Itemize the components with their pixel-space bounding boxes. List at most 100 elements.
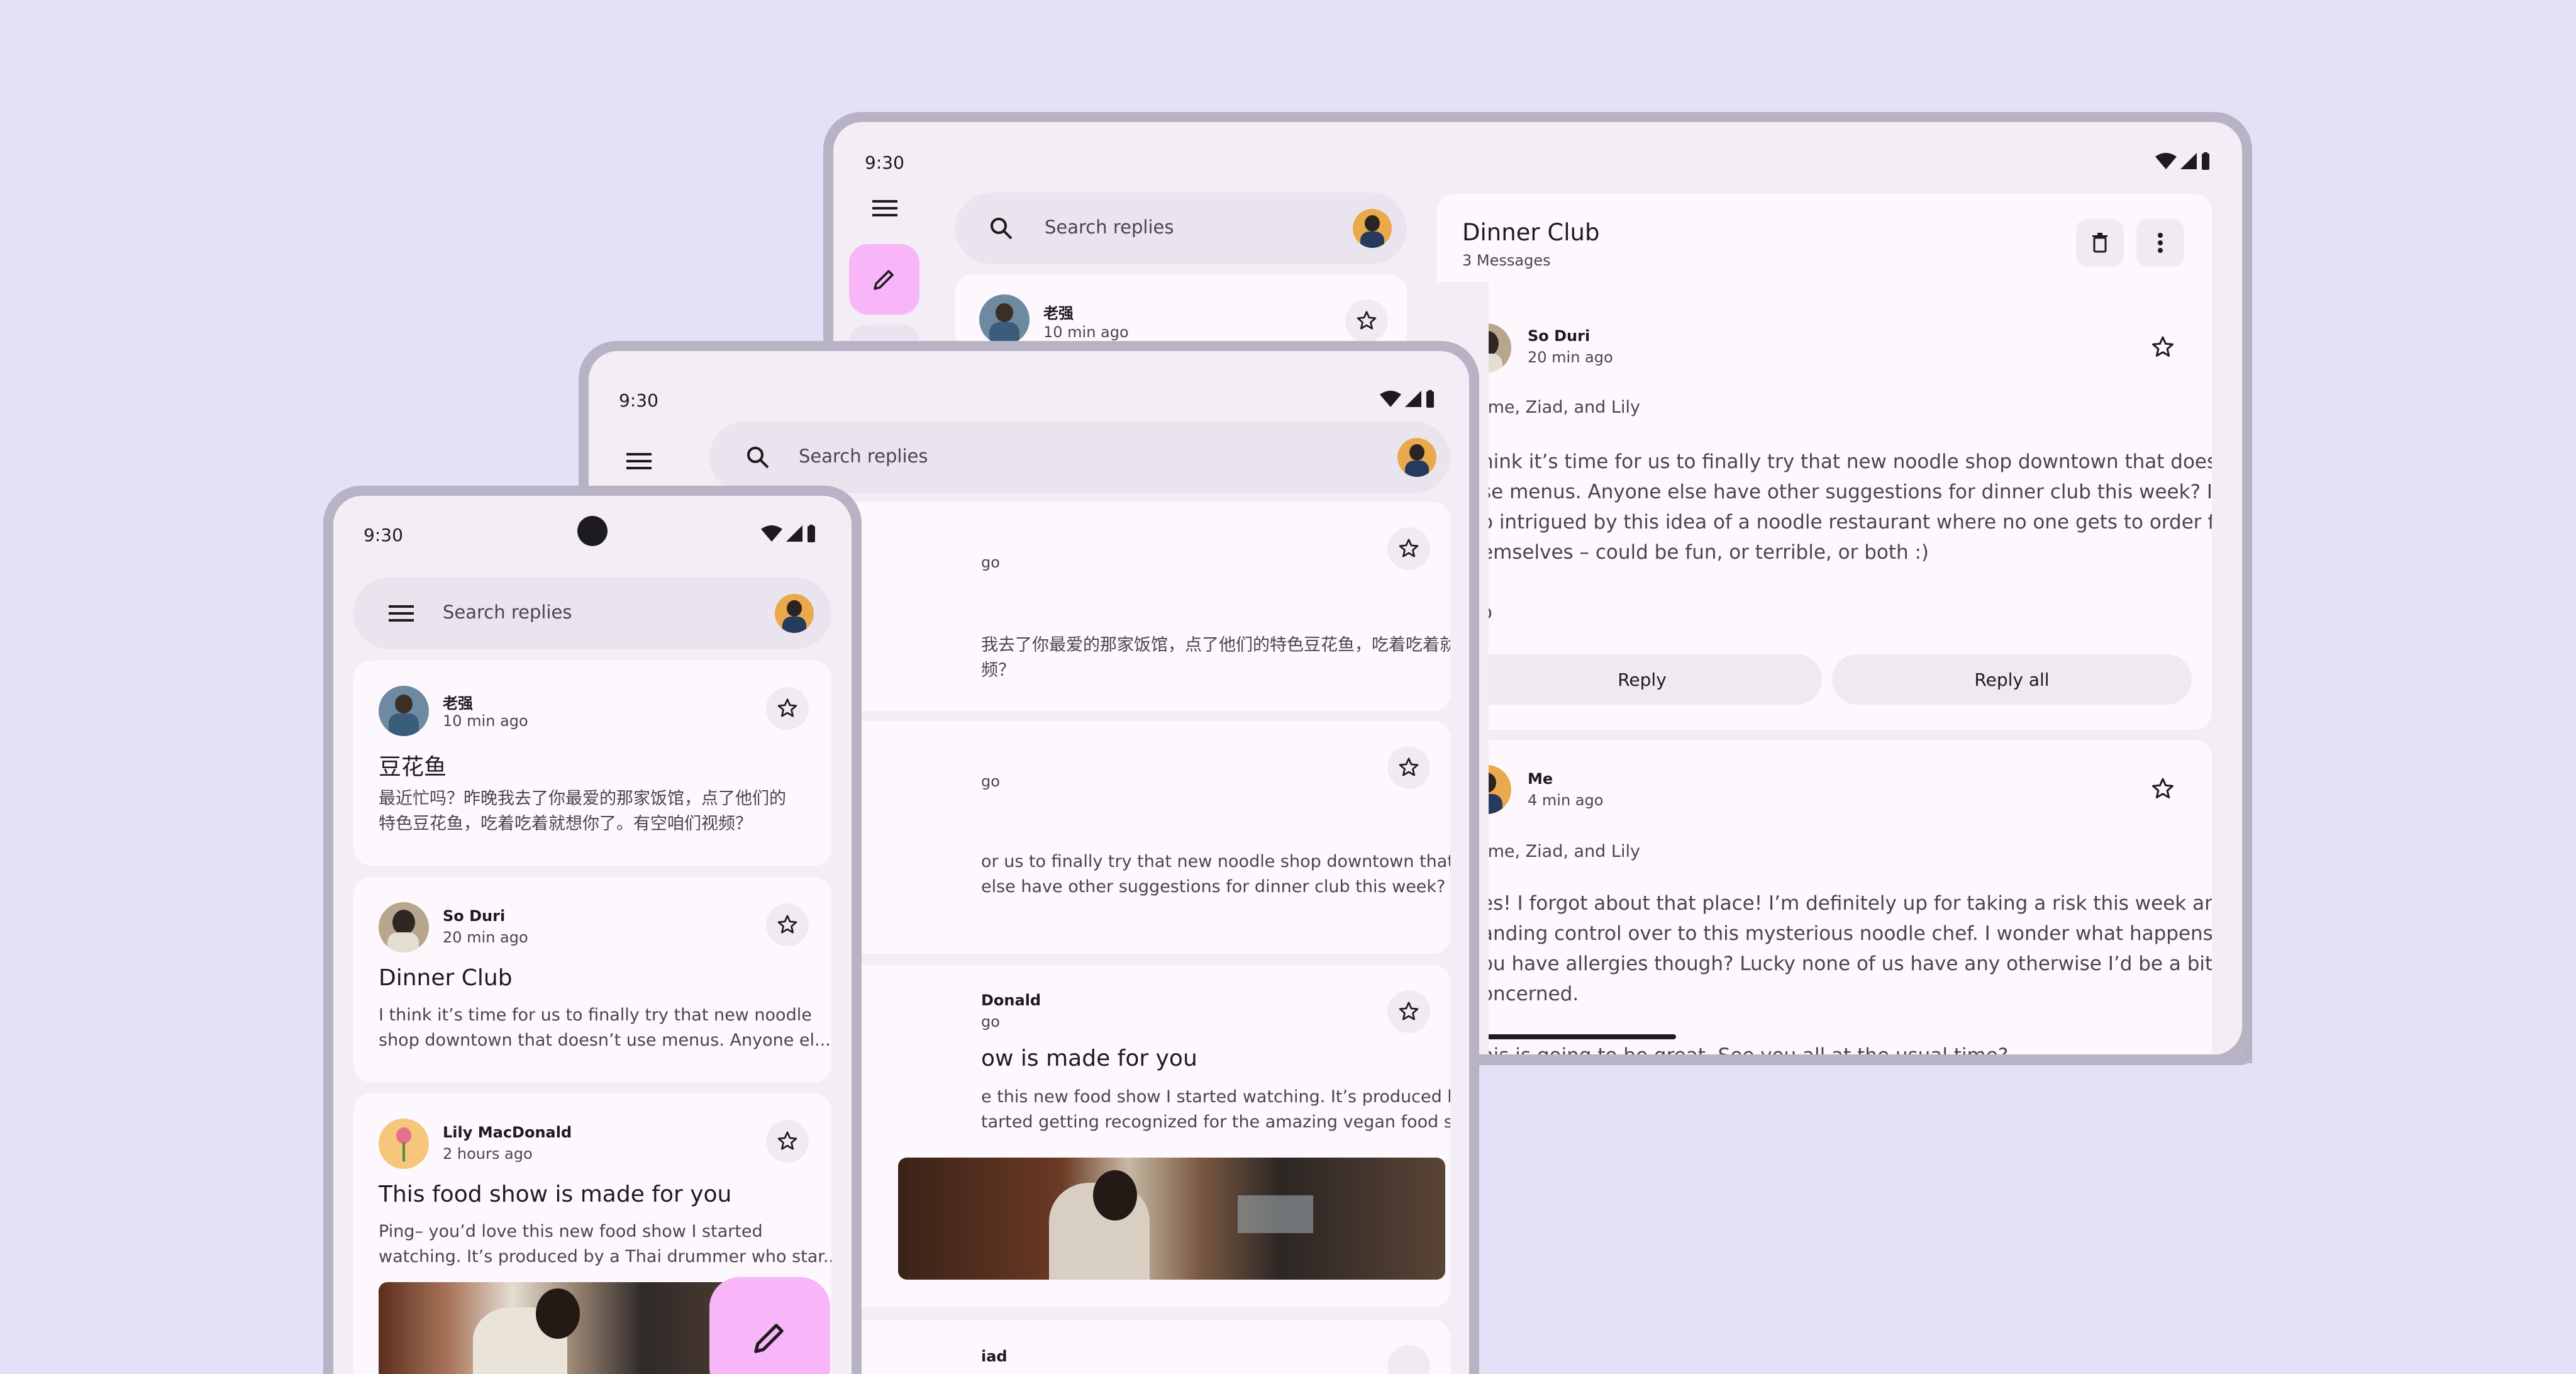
avatar bbox=[379, 1119, 429, 1169]
edit-icon bbox=[754, 1324, 784, 1353]
message-preview: Ping– you’d love this new food show I st… bbox=[379, 1222, 831, 1266]
sender-name: 老强 bbox=[443, 695, 473, 712]
tablet-frame-right bbox=[2242, 692, 2252, 1063]
status-icons bbox=[2155, 152, 2211, 170]
star-button[interactable] bbox=[1387, 1345, 1430, 1374]
list-item[interactable]: 老强 10 min ago bbox=[955, 274, 1407, 350]
phone-device: 9:30 Search replies 老强 10 min ago 豆花鱼 最近… bbox=[323, 486, 862, 1374]
menu-icon[interactable] bbox=[626, 452, 652, 471]
message-preview: I think it’s time for us to finally try … bbox=[379, 1005, 831, 1050]
sender-name: iad bbox=[981, 1348, 1008, 1365]
avatar[interactable] bbox=[775, 594, 814, 633]
star-icon bbox=[777, 915, 797, 934]
wifi-icon bbox=[1380, 391, 1401, 407]
message-time: 10 min ago bbox=[1043, 323, 1129, 341]
search-icon bbox=[991, 218, 1013, 240]
compose-button[interactable] bbox=[849, 244, 919, 315]
menu-icon[interactable] bbox=[389, 604, 414, 623]
avatar[interactable] bbox=[1397, 438, 1436, 477]
star-button[interactable] bbox=[1387, 990, 1430, 1033]
message-subject: This food show is made for you bbox=[379, 1181, 732, 1207]
star-icon bbox=[1399, 1002, 1419, 1020]
star-button[interactable] bbox=[766, 687, 809, 730]
recipients: tme, Ziad, and Lily bbox=[1487, 842, 1640, 861]
star-button[interactable] bbox=[766, 903, 809, 946]
message-preview: 最近忙吗？昨晚我去了你最爱的那家饭馆，点了他们的 特色豆花鱼，吃着吃着就想你了。… bbox=[379, 789, 786, 834]
signal-icon bbox=[1405, 391, 1421, 407]
message-time: go bbox=[981, 773, 1000, 790]
star-icon bbox=[1399, 539, 1419, 557]
edit-icon bbox=[874, 270, 894, 290]
delete-button[interactable] bbox=[2076, 219, 2124, 267]
wifi-icon bbox=[2155, 153, 2177, 169]
search-placeholder: Search replies bbox=[799, 445, 928, 467]
message-time: 4 min ago bbox=[1528, 791, 1604, 809]
signal-icon bbox=[2180, 153, 2197, 169]
message-cut-line: his is going to be great. See you all at… bbox=[1489, 1044, 2008, 1054]
star-icon bbox=[1357, 311, 1377, 330]
menu-icon[interactable] bbox=[872, 199, 897, 218]
message-preview: 我去了你最爱的那家饭馆，点了他们的特色豆花鱼，吃着吃着就想你 频？ bbox=[981, 635, 1450, 680]
trash-icon bbox=[2092, 233, 2107, 253]
battery-icon bbox=[1426, 390, 1434, 408]
list-item[interactable]: So Duri 20 min ago Dinner Club I think i… bbox=[353, 877, 831, 1082]
scroll-indicator[interactable] bbox=[1489, 1034, 1676, 1039]
message-time: 20 min ago bbox=[443, 929, 528, 946]
search-bar[interactable]: Search replies bbox=[709, 422, 1450, 493]
message-preview: or us to finally try that new noodle sho… bbox=[981, 852, 1450, 896]
reply-all-button[interactable]: Reply all bbox=[1832, 654, 2192, 705]
message-preview: e this new food show I started watching.… bbox=[981, 1087, 1450, 1132]
avatar[interactable] bbox=[1353, 209, 1392, 248]
message-body: es! I forgot about that place! I’m defin… bbox=[1481, 892, 2212, 1005]
star-icon bbox=[777, 698, 797, 717]
compose-button[interactable] bbox=[709, 1277, 830, 1374]
phone-screen: 9:30 Search replies 老强 10 min ago 豆花鱼 最近… bbox=[333, 496, 852, 1374]
camera-cutout bbox=[577, 516, 608, 546]
battery-icon bbox=[2202, 152, 2209, 170]
search-bar[interactable]: Search replies bbox=[955, 193, 1407, 264]
search-placeholder: Search replies bbox=[443, 601, 572, 623]
message-time: go bbox=[981, 554, 1000, 571]
star-icon bbox=[1399, 757, 1419, 776]
status-icons bbox=[1380, 390, 1435, 408]
food-image bbox=[898, 1158, 1445, 1280]
star-button[interactable] bbox=[1387, 527, 1430, 570]
message-time: 20 min ago bbox=[1528, 349, 1613, 366]
search-icon bbox=[747, 447, 769, 469]
message-time: 2 hours ago bbox=[443, 1145, 533, 1163]
sender-name: 老强 bbox=[1043, 304, 1074, 322]
more-vert-icon bbox=[2158, 233, 2163, 253]
status-time: 9:30 bbox=[619, 390, 658, 411]
message-card: Me 4 min ago tme, Ziad, and Lily es! I f… bbox=[1481, 740, 2212, 1054]
more-button[interactable] bbox=[2136, 219, 2184, 267]
search-bar[interactable]: Search replies bbox=[353, 578, 831, 649]
thread-title: Dinner Club bbox=[1462, 219, 1600, 246]
signal-icon bbox=[786, 525, 802, 542]
sender-name: Me bbox=[1528, 770, 1553, 788]
search-placeholder: Search replies bbox=[1045, 216, 1174, 238]
message-body: hink it’s time for us to finally try tha… bbox=[1481, 450, 2212, 564]
star-button[interactable] bbox=[766, 1120, 809, 1163]
reply-button[interactable]: Reply bbox=[1489, 654, 1822, 705]
list-item[interactable]: 老强 10 min ago 豆花鱼 最近忙吗？昨晚我去了你最爱的那家饭馆，点了他… bbox=[353, 661, 831, 866]
status-time: 9:30 bbox=[364, 525, 403, 545]
message-time: 10 min ago bbox=[443, 712, 528, 730]
message-time: go bbox=[981, 1013, 1000, 1030]
recipients: tme, Ziad, and Lily bbox=[1487, 398, 1640, 417]
avatar bbox=[979, 294, 1030, 345]
avatar bbox=[379, 686, 429, 736]
star-button[interactable] bbox=[2141, 768, 2184, 810]
star-button[interactable] bbox=[1345, 299, 1388, 342]
star-icon bbox=[2152, 336, 2174, 357]
sender-name: Lily MacDonald bbox=[443, 1124, 572, 1141]
sender-name: So Duri bbox=[1528, 327, 1591, 345]
status-time: 9:30 bbox=[865, 152, 904, 173]
star-button[interactable] bbox=[1387, 746, 1430, 789]
star-icon bbox=[2152, 778, 2174, 798]
thread-count: 3 Messages bbox=[1462, 252, 1551, 269]
status-icons bbox=[761, 525, 816, 542]
tablet-frame-bottom bbox=[1472, 1054, 2252, 1065]
sender-name: Donald bbox=[981, 991, 1041, 1009]
tablet-screen-edge bbox=[2212, 692, 2242, 1054]
star-button[interactable] bbox=[2141, 326, 2184, 369]
